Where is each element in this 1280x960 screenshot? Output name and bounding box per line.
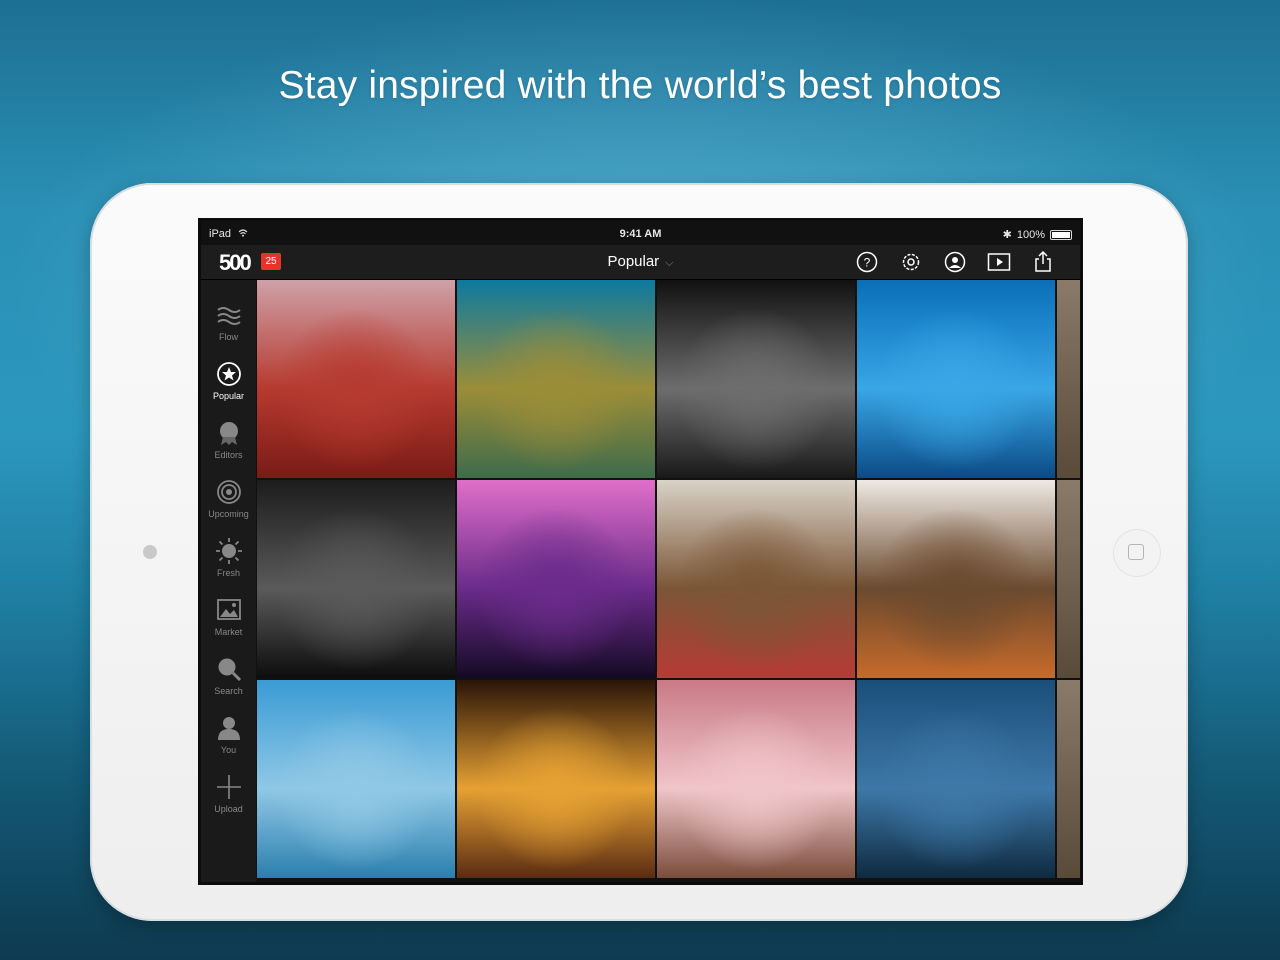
sidebar-item-label: Upload xyxy=(214,804,243,814)
ribbon-icon xyxy=(219,422,238,445)
home-square-icon xyxy=(1128,544,1144,560)
battery-status: ✱ 100% xyxy=(1003,228,1072,241)
picture-icon xyxy=(216,599,241,620)
sidebar-item-you[interactable]: You xyxy=(201,715,256,755)
app-screen: iPad 9:41 AM ✱ 100% 500 25 Popular ⌵ ? F… xyxy=(198,218,1083,885)
photo-tile[interactable] xyxy=(857,480,1055,678)
sidebar-item-label: Upcoming xyxy=(208,509,249,519)
sidebar-item-label: Popular xyxy=(212,391,245,401)
sidebar-item-flow[interactable]: Flow xyxy=(201,302,256,342)
photo-tile-partial[interactable] xyxy=(1057,680,1080,878)
sidebar-item-label: Market xyxy=(214,627,243,637)
sidebar-item-upcoming[interactable]: Upcoming xyxy=(201,479,256,519)
search-icon xyxy=(218,658,241,682)
category-title: Popular xyxy=(607,253,660,270)
photo-tile[interactable] xyxy=(457,480,655,678)
photo-tile-partial[interactable] xyxy=(1057,480,1080,678)
photo-tile[interactable] xyxy=(257,480,455,678)
sidebar-item-label: Fresh xyxy=(216,568,240,578)
chevron-down-icon: ⌵ xyxy=(665,257,674,269)
photo-tile[interactable] xyxy=(257,280,455,478)
help-icon[interactable]: ? xyxy=(854,250,880,274)
photo-tile-partial[interactable] xyxy=(1057,280,1080,478)
photo-tile[interactable] xyxy=(657,280,855,478)
photo-tile[interactable] xyxy=(257,680,455,878)
sidebar-item-label: Search xyxy=(214,686,243,696)
photo-tile[interactable] xyxy=(657,680,855,878)
flow-icon xyxy=(216,307,241,325)
battery-percent: 100% xyxy=(1016,228,1045,241)
photo-tile[interactable] xyxy=(457,280,655,478)
sidebar: Flow Popular Editors Upcoming Fresh Mark… xyxy=(201,280,256,882)
user-icon xyxy=(217,717,240,740)
photo-tile[interactable] xyxy=(857,280,1055,478)
target-icon xyxy=(216,480,241,504)
sidebar-item-editors[interactable]: Editors xyxy=(201,420,256,460)
photo-tile[interactable] xyxy=(857,680,1055,878)
home-button[interactable] xyxy=(1113,529,1161,577)
sidebar-item-upload[interactable]: Upload xyxy=(201,774,256,814)
nav-actions: ? xyxy=(854,250,1056,274)
slideshow-icon[interactable] xyxy=(986,250,1012,274)
status-bar: iPad 9:41 AM ✱ 100% xyxy=(201,221,1080,245)
sidebar-item-popular[interactable]: Popular xyxy=(201,361,256,401)
sidebar-item-label: Flow xyxy=(218,332,238,342)
photo-tile[interactable] xyxy=(457,680,655,878)
sidebar-item-fresh[interactable]: Fresh xyxy=(201,538,256,578)
nav-bar: 500 25 Popular ⌵ ? xyxy=(201,245,1080,280)
photo-tile[interactable] xyxy=(657,480,855,678)
sidebar-item-search[interactable]: Search xyxy=(201,656,256,696)
headline: Stay inspired with the world’s best phot… xyxy=(278,64,1002,107)
profile-icon[interactable] xyxy=(942,250,968,274)
clock: 9:41 AM xyxy=(619,228,662,240)
share-icon[interactable] xyxy=(1030,250,1056,274)
battery-icon xyxy=(1050,229,1072,240)
photo-grid xyxy=(257,280,1080,882)
camera-dot xyxy=(143,545,157,559)
sun-icon xyxy=(215,538,242,564)
star-icon xyxy=(216,362,241,386)
sidebar-item-label: Editors xyxy=(214,450,243,460)
bluetooth-icon: ✱ xyxy=(1002,229,1012,241)
plus-icon xyxy=(216,775,241,799)
sidebar-item-market[interactable]: Market xyxy=(201,597,256,637)
settings-icon[interactable] xyxy=(898,250,924,274)
sidebar-item-label: You xyxy=(220,745,237,755)
svg-text:?: ? xyxy=(864,256,871,270)
